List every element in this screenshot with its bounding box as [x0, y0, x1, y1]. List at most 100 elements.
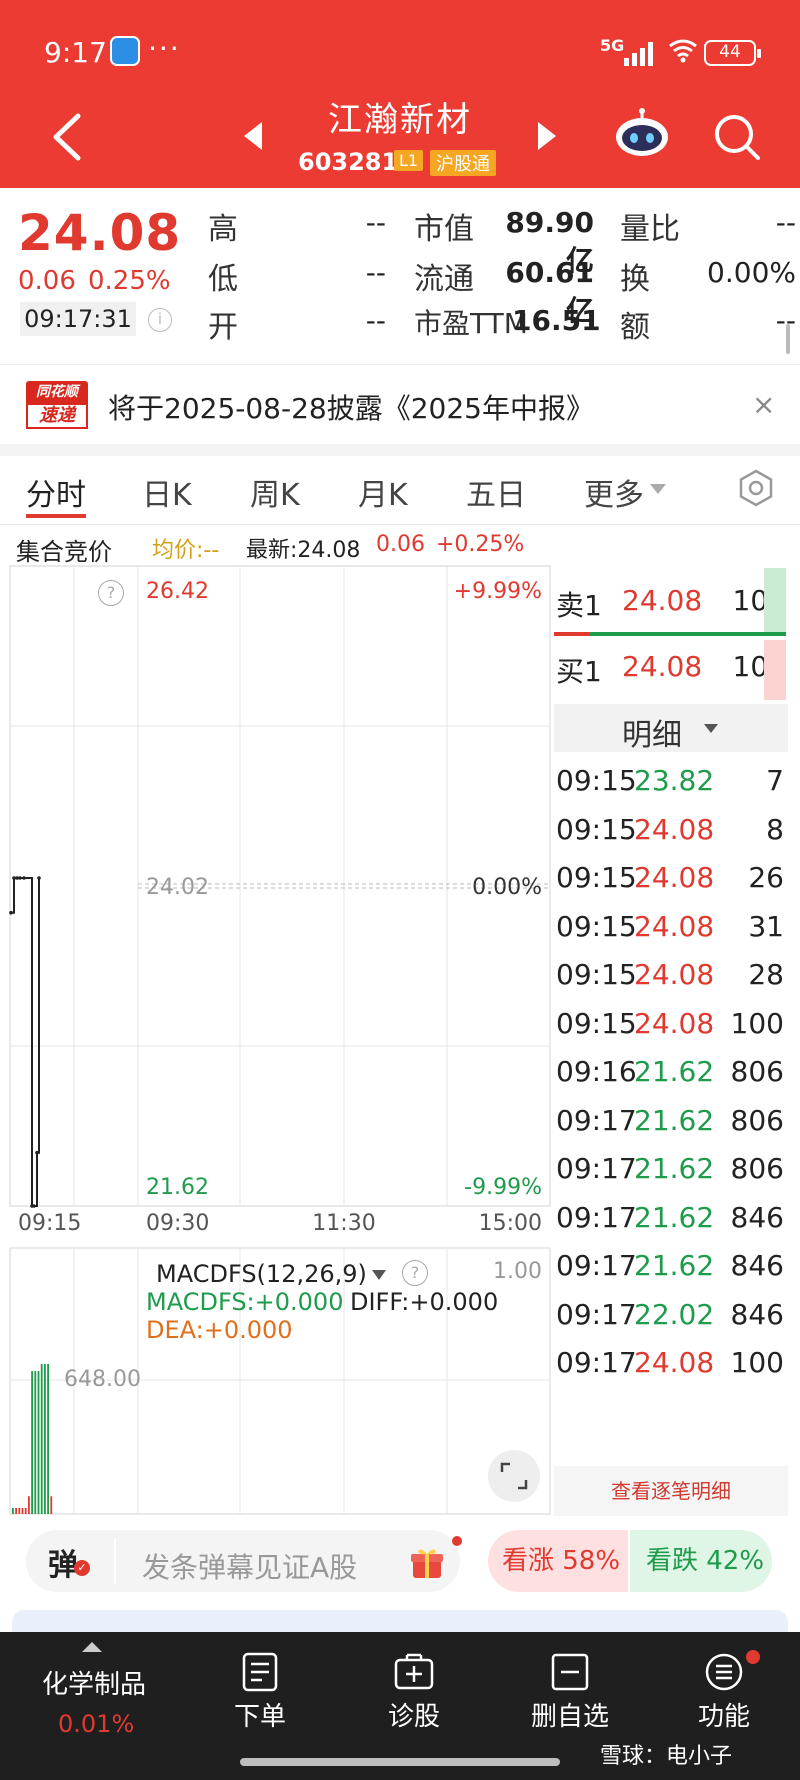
pct-bottom-label: -9.99%: [464, 1175, 542, 1200]
quote-value-volratio: --: [775, 206, 796, 239]
detail-title[interactable]: 明细: [622, 710, 682, 754]
x-label-1500: 15:00: [479, 1211, 542, 1236]
tick-row: 09:15 24.08 31: [556, 910, 788, 950]
nav-diagnose[interactable]: 诊股: [354, 1696, 474, 1733]
tick-row: 09:15 24.08 100: [556, 1007, 788, 1047]
tick-price: 21.62: [634, 1200, 715, 1234]
auction-point: [9, 910, 13, 915]
buy1-price[interactable]: 24.08: [622, 650, 702, 683]
quote-label-high: 高: [208, 212, 238, 247]
quote-scrollbar[interactable]: [786, 324, 790, 354]
settings-hexagon-icon[interactable]: [736, 468, 776, 508]
diagnose-case-icon[interactable]: [394, 1652, 434, 1692]
prev-stock-arrow-icon[interactable]: [244, 122, 262, 150]
quote-value-high: --: [365, 206, 386, 239]
tick-time: 09:17: [556, 1297, 637, 1331]
nav-order[interactable]: 下单: [200, 1696, 320, 1733]
tick-time: 09:17: [556, 1103, 637, 1137]
home-indicator[interactable]: [240, 1758, 560, 1766]
auction-point: [35, 1150, 39, 1155]
buy1-label: 买1: [556, 655, 602, 688]
volume-bar: [40, 1364, 43, 1514]
tick-price: 24.08: [634, 958, 715, 991]
remove-watchlist-icon[interactable]: [550, 1652, 590, 1692]
order-ratio-bar-red: [554, 632, 590, 636]
network-type: 5G: [600, 36, 625, 55]
tick-time: 09:17: [556, 1200, 637, 1234]
nav-functions[interactable]: 功能: [664, 1696, 784, 1733]
announcement-bar[interactable]: 同花顺 速递 将于2025-08-28披露《2025年中报》: [0, 364, 800, 444]
tick-time: 09:15: [556, 1006, 637, 1040]
order-doc-icon[interactable]: [240, 1652, 280, 1692]
x-label-0915: 09:15: [18, 1211, 81, 1236]
quote-value-pe: 16.51: [512, 304, 601, 337]
ai-robot-icon[interactable]: [614, 108, 670, 158]
tick-price: 24.08: [634, 1346, 715, 1379]
announcement-text[interactable]: 将于2025-08-28披露《2025年中报》: [108, 387, 594, 427]
close-icon[interactable]: ×: [752, 388, 775, 421]
quote-value-open: --: [365, 304, 386, 337]
tab-weekly-k[interactable]: 周K: [250, 470, 300, 514]
tick-price: 23.82: [634, 764, 715, 797]
volume-bar: [24, 1508, 27, 1514]
tab-intraday[interactable]: 分时: [26, 470, 86, 514]
menu-icon[interactable]: [704, 1652, 744, 1692]
tab-monthly-k[interactable]: 月K: [358, 470, 408, 514]
y-mid-label: 24.02: [146, 875, 209, 900]
chevron-down-icon[interactable]: [704, 724, 718, 733]
pct-mid-label: 0.00%: [472, 875, 542, 900]
help-icon[interactable]: ?: [98, 580, 124, 606]
section-divider: [0, 444, 800, 456]
danmu-icon[interactable]: 弹: [48, 1540, 78, 1584]
signal-bars-icon: [624, 42, 653, 66]
tab-five-day[interactable]: 五日: [466, 470, 526, 514]
danmu-input[interactable]: 发条弹幕见证A股: [142, 1546, 357, 1586]
tick-row: 09:15 24.08 26: [556, 861, 788, 901]
nav-remove-watchlist[interactable]: 删自选: [510, 1696, 630, 1733]
next-stock-arrow-icon[interactable]: [538, 122, 556, 150]
info-icon[interactable]: i: [148, 308, 172, 332]
intraday-chart[interactable]: 26.42 24.02 21.62 +9.99% 0.00% -9.99% 09…: [0, 564, 552, 1516]
tick-row: 09:16 21.62 806: [556, 1055, 788, 1095]
gift-icon[interactable]: [410, 1546, 444, 1580]
macd-top-value: 1.00: [493, 1259, 542, 1284]
tab-more[interactable]: 更多: [584, 470, 644, 514]
macd-indicator-title: MACDFS(12,26,9): [156, 1260, 367, 1288]
tick-time: 09:15: [556, 812, 637, 846]
volume-bar: [12, 1508, 14, 1514]
app-notification-icon: [110, 36, 140, 66]
x-label-0930: 09:30: [146, 1211, 209, 1236]
notification-dot: [452, 1536, 462, 1546]
tick-volume: 806: [730, 1055, 784, 1088]
tick-volume: 846: [730, 1297, 784, 1331]
battery-icon: 44: [704, 40, 761, 66]
quote-value-low: --: [365, 256, 386, 289]
back-button[interactable]: [48, 112, 86, 162]
tick-price: 21.62: [634, 1152, 715, 1185]
quote-label-low: 低: [208, 262, 238, 297]
quote-label-mktcap: 市值: [414, 212, 474, 247]
vote-bearish-button[interactable]: 看跌 42%: [630, 1530, 772, 1592]
pct-top-label: +9.99%: [454, 579, 542, 604]
chevron-down-icon[interactable]: [650, 484, 666, 494]
connect-badge[interactable]: 沪股通: [430, 150, 496, 176]
chevron-up-icon[interactable]: [82, 1642, 102, 1652]
tab-daily-k[interactable]: 日K: [142, 470, 192, 514]
stock-name: 江瀚新材: [328, 100, 472, 140]
quote-label-turnover: 换: [620, 262, 650, 297]
volume-scale-label: 648.00: [64, 1367, 141, 1392]
sell1-price[interactable]: 24.08: [622, 584, 702, 617]
volume-bar: [28, 1496, 30, 1514]
volume-bar: [15, 1508, 17, 1514]
price-change-pct: 0.25%: [88, 266, 171, 296]
search-icon[interactable]: [712, 112, 762, 162]
quote-label-float: 流通: [414, 262, 474, 297]
latest-pct-label: +0.25%: [436, 532, 525, 557]
auction-point: [22, 876, 26, 880]
stock-code: 603281: [298, 148, 399, 176]
vote-bullish-button[interactable]: 看涨 58%: [488, 1530, 628, 1592]
help-icon[interactable]: ?: [402, 1260, 428, 1286]
view-all-ticks-button[interactable]: 查看逐笔明细: [554, 1466, 788, 1516]
tick-volume: 28: [748, 958, 784, 991]
sector-name[interactable]: 化学制品: [42, 1664, 146, 1701]
